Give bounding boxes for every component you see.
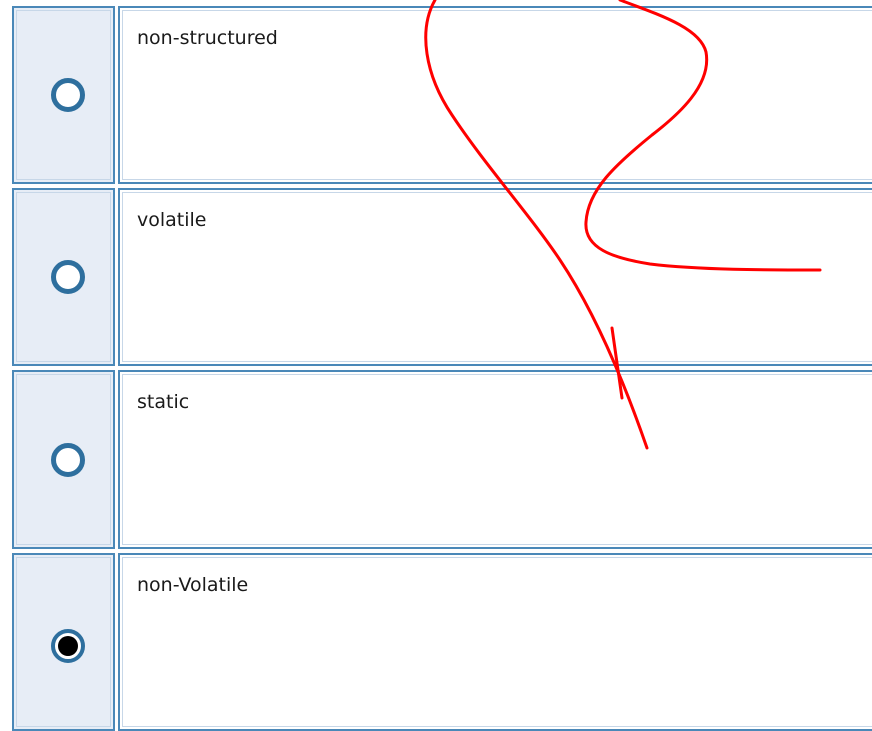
option-label: static (137, 391, 190, 413)
option-row-volatile[interactable]: volatile (0, 188, 872, 366)
radio-cell[interactable] (12, 188, 115, 366)
option-row-non-structured[interactable]: non-structured (0, 6, 872, 184)
radio-button-unchecked[interactable] (51, 78, 85, 112)
option-row-non-volatile[interactable]: non-Volatile (0, 553, 872, 731)
option-label-cell[interactable]: non-structured (118, 6, 872, 184)
answer-options-list: non-structured volatile static non-Volat… (0, 0, 872, 731)
option-label: non-structured (137, 27, 278, 49)
option-label-cell[interactable]: non-Volatile (118, 553, 872, 731)
radio-button-unchecked[interactable] (51, 260, 85, 294)
radio-button-unchecked[interactable] (51, 442, 85, 477)
radio-cell[interactable] (12, 6, 115, 184)
radio-button-checked[interactable] (51, 629, 85, 663)
option-label-cell[interactable]: volatile (118, 188, 872, 366)
radio-cell[interactable] (12, 553, 115, 731)
option-row-static[interactable]: static (0, 370, 872, 549)
option-label: volatile (137, 209, 207, 231)
radio-cell[interactable] (12, 370, 115, 549)
option-label: non-Volatile (137, 574, 249, 596)
radio-selected-dot (58, 636, 78, 656)
option-label-cell[interactable]: static (118, 370, 872, 549)
